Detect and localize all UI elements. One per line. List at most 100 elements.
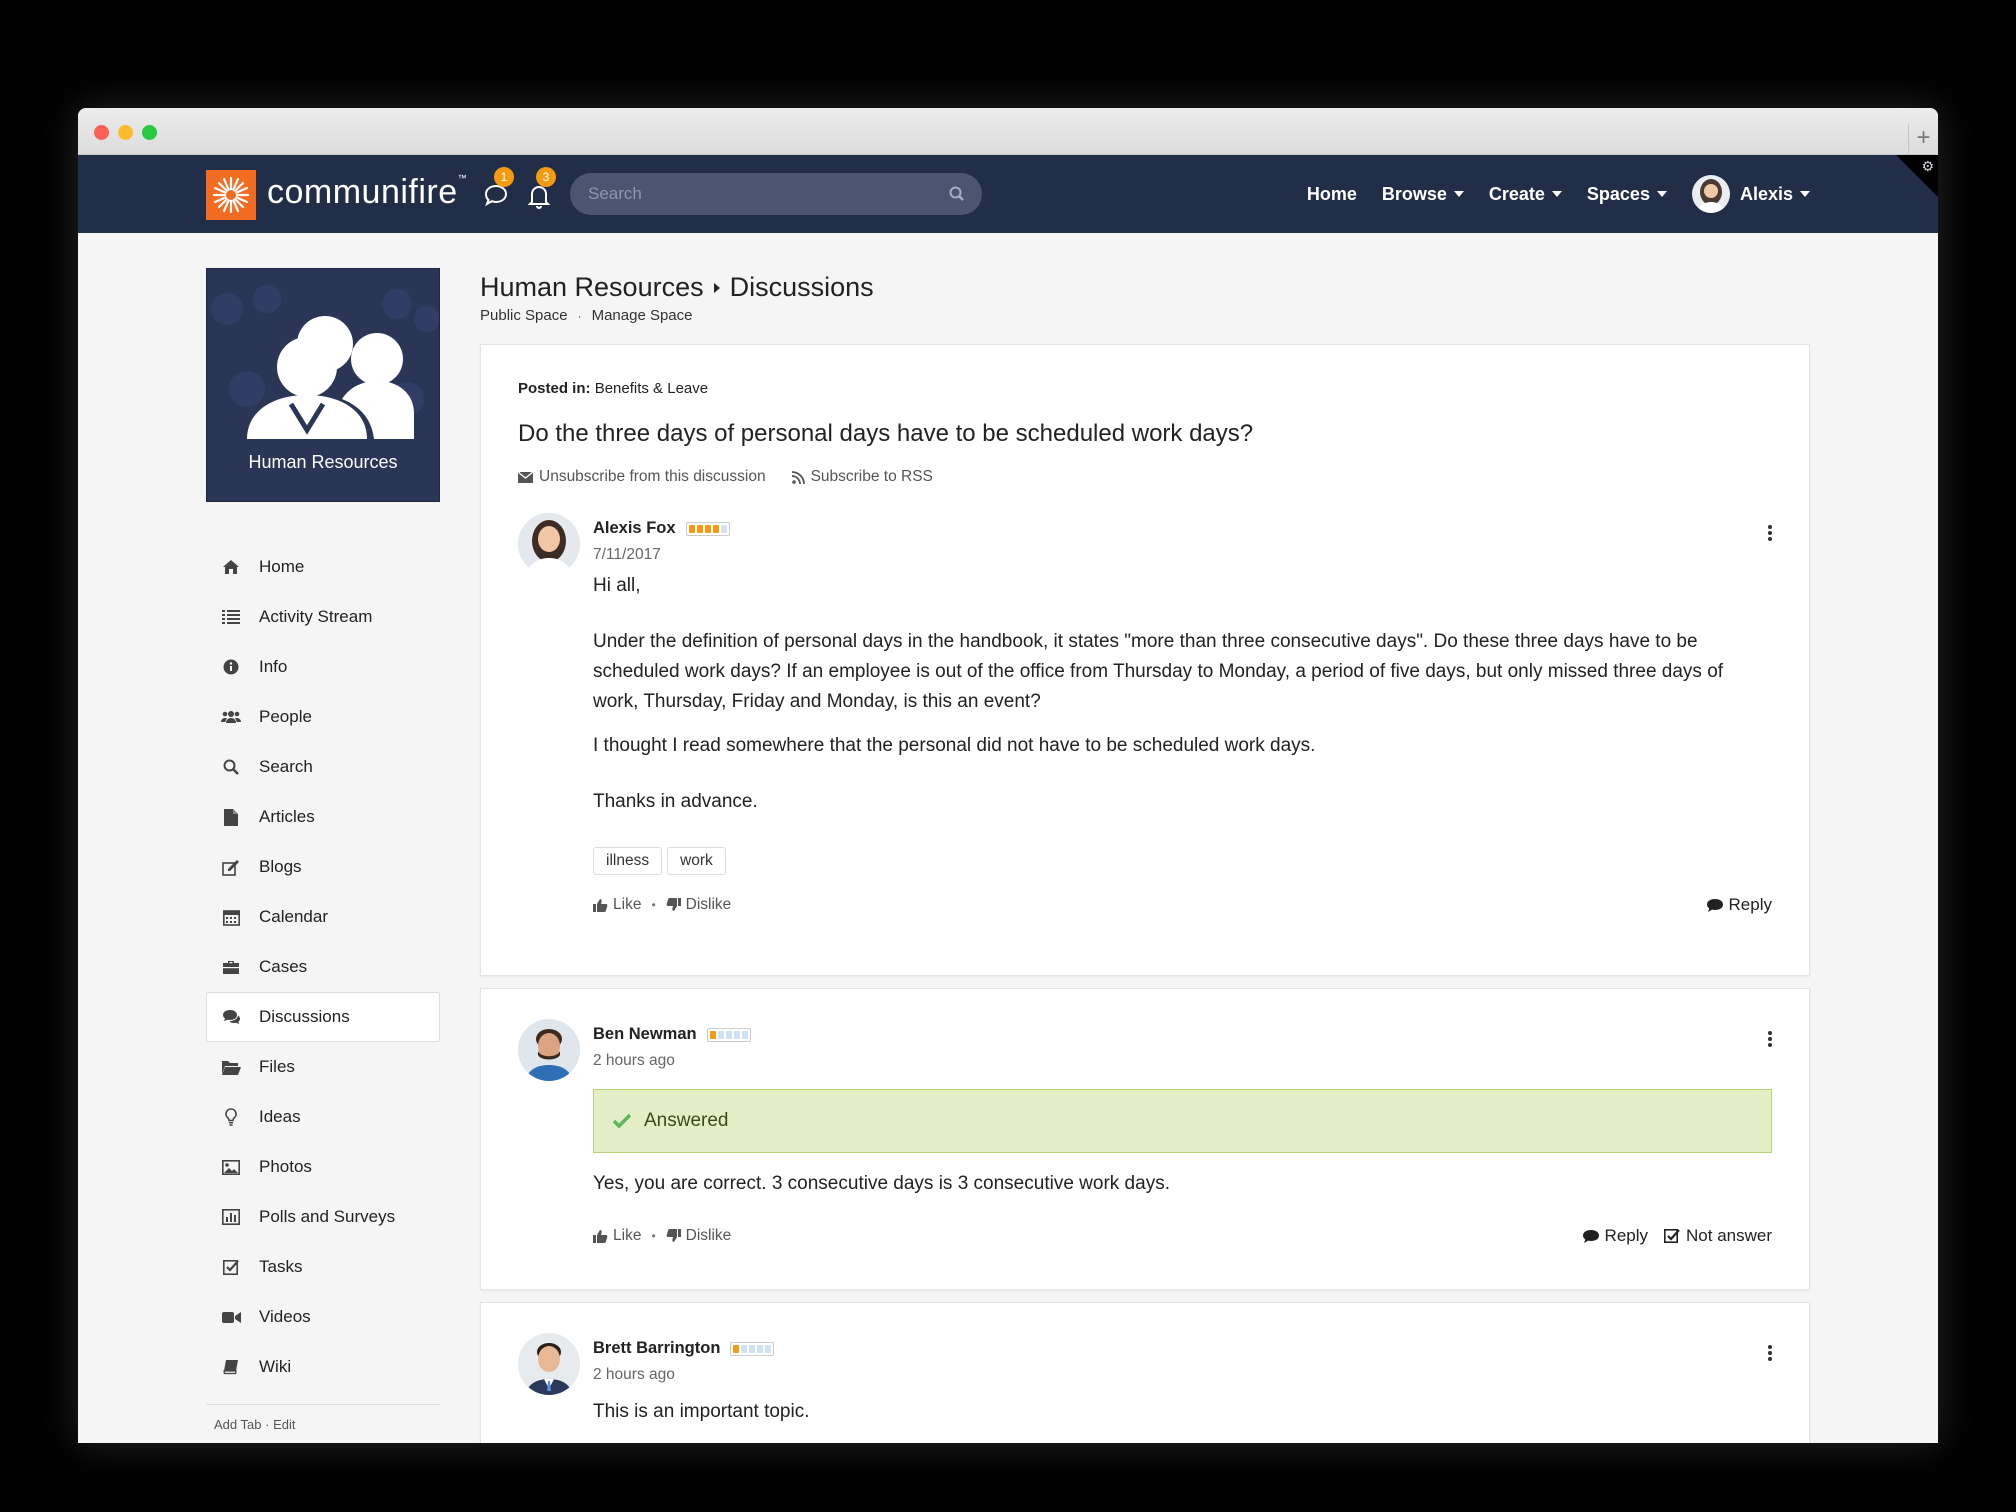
messages-button[interactable]: 1	[482, 167, 514, 211]
messages-badge: 1	[494, 167, 514, 187]
sidebar-item-articles[interactable]: Articles	[206, 792, 440, 842]
reply-body: Yes, you are correct. 3 consecutive days…	[593, 1173, 1170, 1194]
sidebar-item-cases[interactable]: Cases	[206, 942, 440, 992]
sidebar-item-info[interactable]: Info	[206, 642, 440, 692]
post-author[interactable]: Alexis Fox	[593, 519, 730, 538]
envelope-icon	[518, 471, 533, 483]
post-author[interactable]: Brett Barrington	[593, 1339, 775, 1358]
post-author[interactable]: Ben Newman	[593, 1025, 751, 1044]
space-card[interactable]: Human Resources	[206, 268, 440, 502]
gear-icon[interactable]: ⚙	[1921, 158, 1934, 175]
sidebar-item-tasks[interactable]: Tasks	[206, 1242, 440, 1292]
search-icon	[221, 757, 241, 777]
dislike-button[interactable]: Dislike	[666, 896, 731, 914]
sidebar-item-polls-and-surveys[interactable]: Polls and Surveys	[206, 1192, 440, 1242]
sidebar-item-videos[interactable]: Videos	[206, 1292, 440, 1342]
checkmark-icon	[612, 1113, 632, 1129]
posted-in: Posted in: Benefits & Leave	[518, 380, 709, 397]
discussion-card: Posted in: Benefits & Leave Do the three…	[480, 344, 1810, 976]
tag-work[interactable]: work	[667, 847, 726, 875]
reply-post: Brett Barrington 2 hours ago This is an …	[518, 1333, 1772, 1443]
nav-browse-menu[interactable]: Browse	[1382, 184, 1464, 205]
more-options-icon[interactable]	[1768, 1031, 1772, 1049]
reply-card: Brett Barrington 2 hours ago This is an …	[480, 1302, 1810, 1443]
user-menu[interactable]: Alexis	[1691, 175, 1810, 213]
communifire-logo-icon[interactable]	[206, 170, 256, 220]
thumbs-up-icon	[593, 899, 608, 912]
notifications-button[interactable]: 3	[524, 167, 556, 211]
sidebar-item-blogs[interactable]: Blogs	[206, 842, 440, 892]
sidebar-item-files[interactable]: Files	[206, 1042, 440, 1092]
unsubscribe-link[interactable]: Unsubscribe from this discussion	[518, 468, 766, 486]
post-date: 2 hours ago	[593, 1366, 675, 1383]
nav-links: Home Browse Create Spaces Alexis	[1282, 155, 1810, 233]
more-options-icon[interactable]	[1768, 525, 1772, 543]
comment-icon	[1706, 898, 1723, 912]
chevron-down-icon	[1453, 191, 1464, 197]
checkbox-icon	[1664, 1228, 1680, 1243]
list-icon	[221, 607, 241, 627]
rank-badge	[730, 1341, 775, 1356]
post-body-p2: Under the definition of personal days in…	[593, 631, 1724, 712]
like-button[interactable]: Like	[593, 896, 641, 914]
video-camera-icon	[221, 1307, 241, 1327]
tags: illness work	[593, 847, 731, 875]
briefcase-icon	[221, 957, 241, 977]
dislike-button[interactable]: Dislike	[666, 1227, 731, 1245]
close-window-button[interactable]	[94, 125, 109, 140]
like-button[interactable]: Like	[593, 1227, 641, 1245]
sidebar-footer: Add Tab · Edit	[206, 1404, 440, 1443]
nav-spaces-menu[interactable]: Spaces	[1587, 184, 1667, 205]
main-content: Human Resources Discussions Public Space…	[480, 272, 1810, 1443]
breadcrumb-current: Discussions	[729, 272, 874, 302]
sidebar-item-activity-stream[interactable]: Activity Stream	[206, 592, 440, 642]
post-date: 7/11/2017	[593, 546, 661, 563]
add-tab-link[interactable]: Add Tab	[214, 1417, 261, 1432]
edit-link[interactable]: Edit	[273, 1417, 295, 1432]
comment-icon	[1582, 1229, 1599, 1243]
sidebar-item-people[interactable]: People	[206, 692, 440, 742]
blog-icon	[221, 857, 241, 877]
space-subnav: Public Space · Manage Space	[480, 307, 1810, 324]
avatar[interactable]	[518, 1333, 580, 1395]
not-answer-button[interactable]: Not answer	[1664, 1226, 1772, 1246]
search-input[interactable]	[588, 184, 928, 204]
reply-button[interactable]: Reply	[1582, 1226, 1648, 1246]
comments-icon	[221, 1007, 241, 1027]
more-options-icon[interactable]	[1768, 1345, 1772, 1363]
sidebar-item-discussions[interactable]: Discussions	[206, 992, 440, 1042]
browser-window: + communifire™ 1 3 Search Home Browse Cr…	[78, 108, 1938, 1443]
reply-button[interactable]: Reply	[1706, 895, 1772, 915]
sidebar-item-home[interactable]: Home	[206, 542, 440, 592]
sidebar-item-wiki[interactable]: Wiki	[206, 1342, 440, 1392]
sidebar-item-calendar[interactable]: Calendar	[206, 892, 440, 942]
search-bar	[570, 173, 982, 215]
manage-space-link[interactable]: Manage Space	[592, 307, 693, 324]
browser-titlebar: +	[78, 108, 1938, 155]
logo-text[interactable]: communifire™	[267, 173, 467, 212]
new-tab-button[interactable]: +	[1908, 124, 1938, 154]
post-body-p4: Thanks in advance.	[593, 791, 758, 812]
bar-chart-icon	[221, 1207, 241, 1227]
subnav-separator: ·	[577, 311, 582, 323]
maximize-window-button[interactable]	[142, 125, 157, 140]
nav-create-menu[interactable]: Create	[1489, 184, 1562, 205]
search-icon[interactable]	[948, 185, 966, 203]
sidebar-item-ideas[interactable]: Ideas	[206, 1092, 440, 1142]
tag-illness[interactable]: illness	[593, 847, 663, 875]
checkbox-icon	[221, 1257, 241, 1277]
book-icon	[221, 1357, 241, 1377]
category-link[interactable]: Benefits & Leave	[595, 380, 708, 397]
answered-banner: Answered	[593, 1089, 1772, 1153]
minimize-window-button[interactable]	[118, 125, 133, 140]
nav-home-link[interactable]: Home	[1307, 184, 1357, 205]
avatar[interactable]	[518, 1019, 580, 1081]
breadcrumb-space-link[interactable]: Human Resources	[480, 272, 704, 303]
original-post: Alexis Fox 7/11/2017 Hi all, Under the d…	[518, 513, 1772, 963]
sidebar-item-photos[interactable]: Photos	[206, 1142, 440, 1192]
avatar[interactable]	[518, 513, 580, 575]
reply-body: This is an important topic.	[593, 1401, 810, 1422]
subscribe-rss-link[interactable]: Subscribe to RSS	[791, 468, 933, 486]
sidebar-item-search[interactable]: Search	[206, 742, 440, 792]
post-body-p3: I thought I read somewhere that the pers…	[593, 735, 1316, 756]
